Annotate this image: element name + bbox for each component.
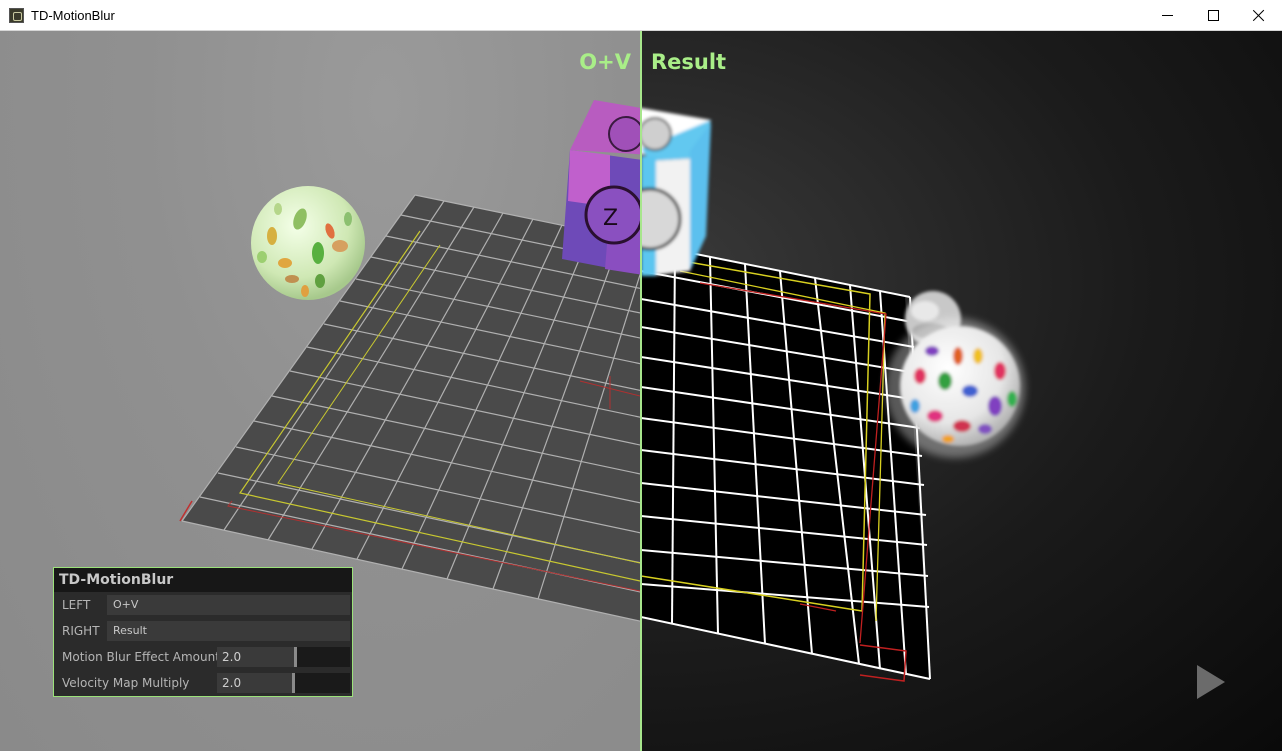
app-icon (9, 8, 24, 23)
slider-handle[interactable] (292, 673, 295, 693)
parameter-panel: TD-MotionBlur LEFT O+V RIGHT Result Moti… (53, 567, 353, 697)
param-label-left: LEFT (62, 598, 91, 612)
left-source-field[interactable]: O+V (107, 595, 350, 615)
panel-title: TD-MotionBlur (54, 568, 352, 592)
window-title: TD-MotionBlur (31, 8, 115, 23)
slider-fill (267, 673, 292, 693)
maximize-button[interactable] (1190, 0, 1236, 30)
split-divider[interactable] (640, 31, 642, 751)
right-ball (885, 318, 1025, 458)
window-titlebar: TD-MotionBlur (0, 0, 1282, 31)
param-row-left: LEFT O+V (54, 592, 352, 618)
svg-text:Z: Z (603, 206, 618, 231)
motion-blur-slider[interactable] (267, 647, 350, 667)
maximize-icon (1207, 9, 1219, 21)
close-button[interactable] (1236, 0, 1282, 30)
minimize-button[interactable] (1144, 0, 1190, 30)
motion-blur-value-field[interactable]: 2.0 (217, 647, 267, 667)
param-row-right: RIGHT Result (54, 618, 352, 644)
param-label-velocity: Velocity Map Multiply (62, 676, 190, 690)
render-viewport[interactable]: Z O+V Result TD-MotionBlur LEFT O+V RIGH… (0, 31, 1282, 751)
param-row-velocity: Velocity Map Multiply 2.0 (54, 670, 352, 696)
right-source-field[interactable]: Result (107, 621, 350, 641)
right-floor (641, 242, 931, 682)
left-view-label: O+V (579, 50, 631, 74)
left-ball (251, 186, 365, 300)
param-label-right: RIGHT (62, 624, 100, 638)
minimize-icon (1161, 14, 1173, 16)
slider-fill (267, 647, 294, 667)
param-row-motion-blur: Motion Blur Effect Amount 2.0 (54, 644, 352, 670)
velocity-value-field[interactable]: 2.0 (217, 673, 267, 693)
play-icon[interactable] (1197, 665, 1225, 699)
param-label-motion-blur: Motion Blur Effect Amount (62, 650, 220, 664)
right-view-label: Result (651, 50, 727, 74)
close-icon (1253, 9, 1265, 21)
velocity-slider[interactable] (267, 673, 350, 693)
slider-handle[interactable] (294, 647, 297, 667)
